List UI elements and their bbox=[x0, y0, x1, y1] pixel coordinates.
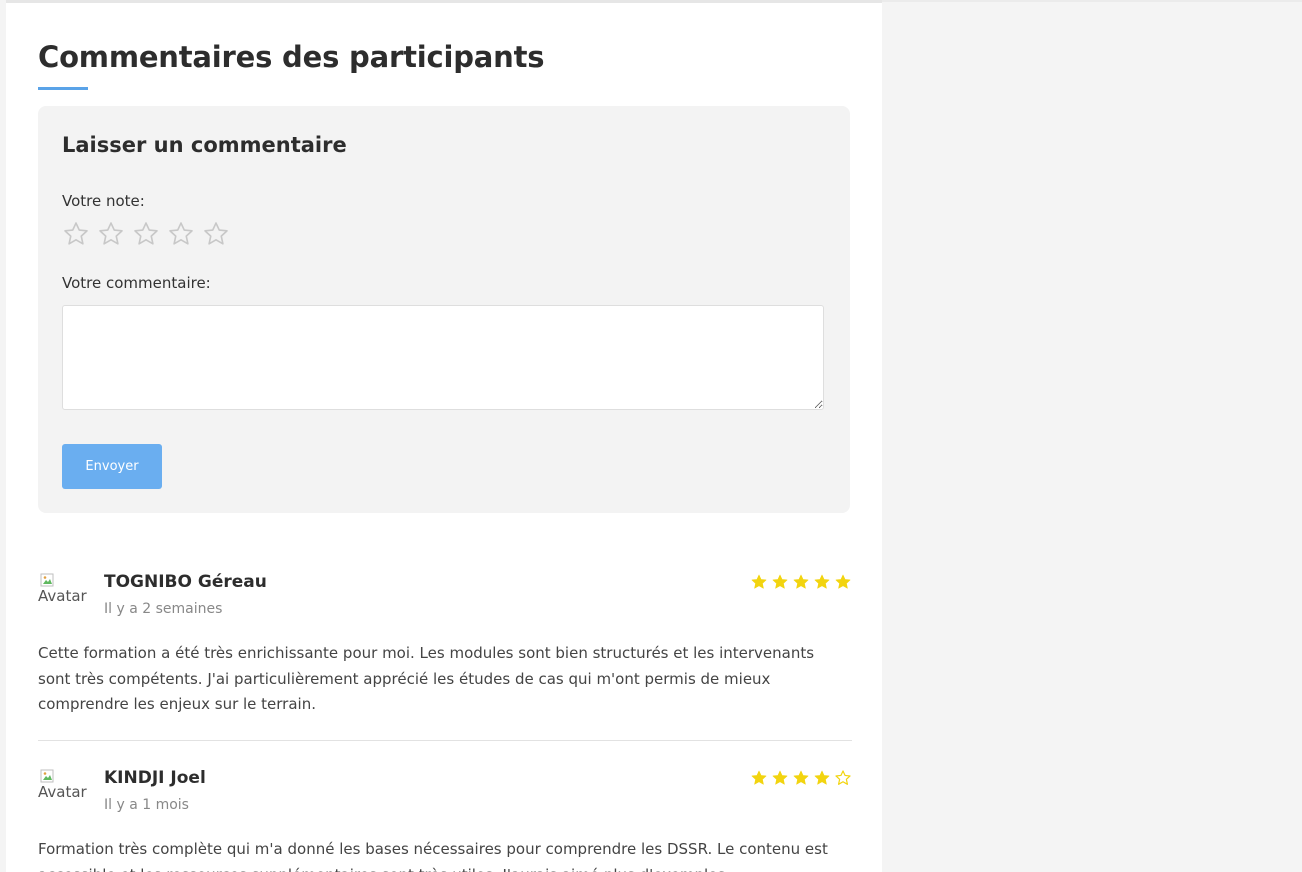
star-outline-icon[interactable] bbox=[202, 220, 232, 250]
star-outline-icon[interactable] bbox=[97, 220, 127, 250]
comments-card: Commentaires des participants Laisser un… bbox=[6, 0, 882, 872]
avatar-alt-text: Avatar bbox=[38, 783, 87, 801]
star-outline-icon[interactable] bbox=[62, 220, 92, 250]
star-filled-icon bbox=[792, 573, 810, 591]
star-filled-icon bbox=[834, 573, 852, 591]
rating-label: Votre note: bbox=[62, 192, 145, 210]
review-text: Cette formation a été très enrichissante… bbox=[38, 644, 815, 713]
comment-textarea[interactable] bbox=[62, 305, 824, 410]
title-underline bbox=[38, 87, 88, 90]
reviewer-name: TOGNIBO Géreau bbox=[104, 572, 267, 592]
star-filled-icon bbox=[792, 769, 810, 787]
review-date: Il y a 2 semaines bbox=[104, 601, 223, 617]
avatar: Avatar bbox=[38, 769, 88, 819]
review-rating bbox=[750, 573, 852, 591]
review-divider bbox=[38, 740, 852, 741]
broken-image-icon bbox=[40, 573, 54, 587]
review-text: Formation très complète qui m'a donné le… bbox=[38, 840, 828, 872]
comment-label: Votre commentaire: bbox=[62, 274, 211, 292]
star-filled-icon bbox=[813, 573, 831, 591]
star-filled-icon bbox=[813, 769, 831, 787]
reviewer-name: KINDJI Joel bbox=[104, 768, 206, 788]
star-filled-icon bbox=[750, 769, 768, 787]
star-filled-icon bbox=[750, 573, 768, 591]
page-top-border bbox=[882, 0, 1302, 2]
comment-form-title: Laisser un commentaire bbox=[62, 133, 347, 157]
card-top-border bbox=[6, 0, 882, 3]
star-outline-icon[interactable] bbox=[167, 220, 197, 250]
avatar-alt-text: Avatar bbox=[38, 587, 87, 605]
section-title: Commentaires des participants bbox=[38, 40, 545, 74]
broken-image-icon bbox=[40, 769, 54, 783]
avatar: Avatar bbox=[38, 573, 88, 623]
star-filled-icon bbox=[771, 573, 789, 591]
submit-button[interactable]: Envoyer bbox=[62, 444, 162, 489]
review-date: Il y a 1 mois bbox=[104, 797, 189, 813]
star-outline-icon bbox=[834, 769, 852, 787]
star-filled-icon bbox=[771, 769, 789, 787]
review-rating bbox=[750, 769, 852, 787]
star-outline-icon[interactable] bbox=[132, 220, 162, 250]
